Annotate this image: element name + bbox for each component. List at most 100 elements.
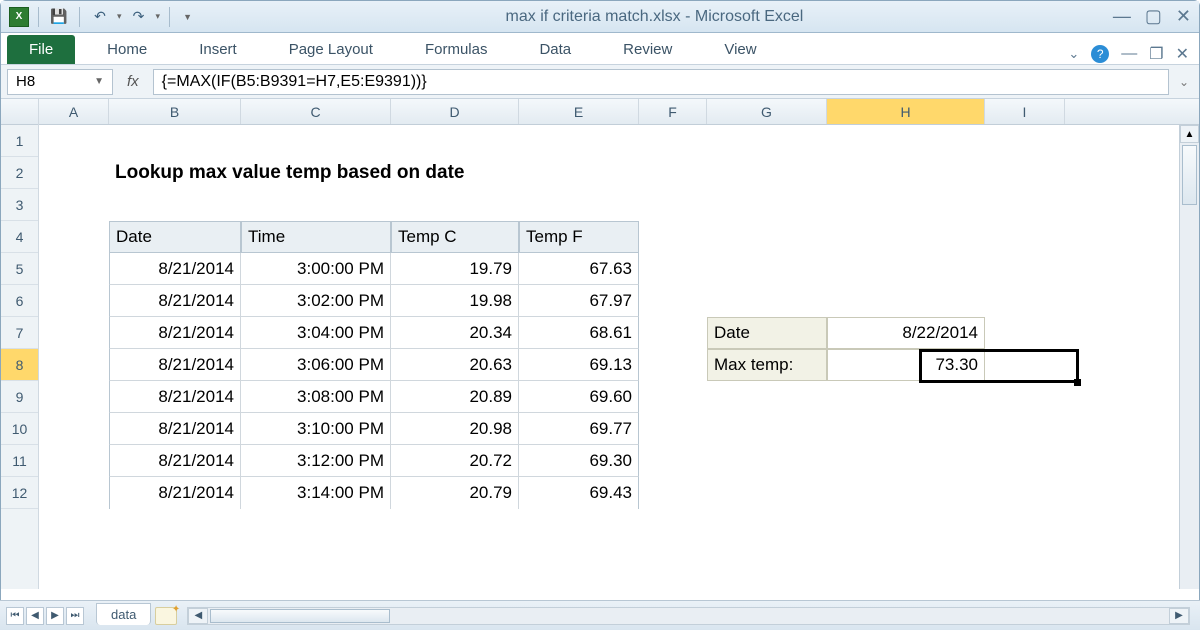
table-header[interactable]: Temp C: [391, 221, 519, 253]
maximize-icon[interactable]: ▢: [1145, 6, 1162, 27]
cell[interactable]: 69.43: [519, 477, 639, 509]
row-header[interactable]: 7: [1, 317, 38, 349]
scroll-up-icon[interactable]: ▲: [1180, 125, 1199, 143]
horizontal-scrollbar[interactable]: ◀ ▶: [187, 607, 1190, 625]
help-icon[interactable]: ?: [1091, 45, 1109, 63]
cell[interactable]: 3:04:00 PM: [241, 317, 391, 349]
formula-input[interactable]: {=MAX(IF(B5:B9391=H7,E5:E9391))}: [153, 69, 1169, 95]
cell[interactable]: 3:06:00 PM: [241, 349, 391, 381]
tab-formulas[interactable]: Formulas: [425, 35, 488, 64]
name-box[interactable]: H8 ▼: [7, 69, 113, 95]
lookup-date-label[interactable]: Date: [707, 317, 827, 349]
workbook-close-icon[interactable]: ✕: [1176, 44, 1189, 64]
scrollbar-thumb[interactable]: [1182, 145, 1197, 205]
row-header[interactable]: 10: [1, 413, 38, 445]
cell[interactable]: 8/21/2014: [109, 381, 241, 413]
excel-icon[interactable]: X: [9, 7, 29, 27]
row-header[interactable]: 12: [1, 477, 38, 509]
tab-data[interactable]: Data: [539, 35, 571, 64]
cell[interactable]: 3:10:00 PM: [241, 413, 391, 445]
cell[interactable]: 20.79: [391, 477, 519, 509]
col-header[interactable]: E: [519, 99, 639, 124]
cell[interactable]: 69.30: [519, 445, 639, 477]
cell[interactable]: 3:08:00 PM: [241, 381, 391, 413]
sheet-tab[interactable]: data: [96, 603, 151, 625]
undo-icon[interactable]: ↶: [89, 6, 111, 28]
fx-icon[interactable]: fx: [119, 73, 147, 90]
cell[interactable]: 68.61: [519, 317, 639, 349]
qat-customize-icon[interactable]: ▼: [179, 12, 196, 22]
tab-home[interactable]: Home: [107, 35, 147, 64]
cell[interactable]: 3:02:00 PM: [241, 285, 391, 317]
spreadsheet-grid[interactable]: 1 2 3 4 5 6 7 8 9 10 11 12 A B C D E F G…: [1, 99, 1199, 589]
sheet-next-icon[interactable]: ▶: [46, 607, 64, 625]
row-header[interactable]: 5: [1, 253, 38, 285]
cell[interactable]: 69.77: [519, 413, 639, 445]
col-header[interactable]: B: [109, 99, 241, 124]
cell[interactable]: 3:00:00 PM: [241, 253, 391, 285]
new-sheet-icon[interactable]: [155, 607, 177, 625]
table-header[interactable]: Time: [241, 221, 391, 253]
fill-handle[interactable]: [1074, 379, 1081, 386]
row-header[interactable]: 6: [1, 285, 38, 317]
lookup-date-value[interactable]: 8/22/2014: [827, 317, 985, 349]
cell[interactable]: 8/21/2014: [109, 413, 241, 445]
col-header[interactable]: H: [827, 99, 985, 124]
redo-icon[interactable]: ↷: [128, 6, 150, 28]
ribbon-minimize-icon[interactable]: ⌄: [1068, 46, 1079, 62]
cell[interactable]: 3:14:00 PM: [241, 477, 391, 509]
row-header[interactable]: 4: [1, 221, 38, 253]
cell[interactable]: 69.60: [519, 381, 639, 413]
scroll-right-icon[interactable]: ▶: [1169, 608, 1189, 624]
scroll-left-icon[interactable]: ◀: [188, 608, 208, 624]
cell[interactable]: 8/21/2014: [109, 349, 241, 381]
cell[interactable]: 67.63: [519, 253, 639, 285]
col-header[interactable]: D: [391, 99, 519, 124]
sheet-prev-icon[interactable]: ◀: [26, 607, 44, 625]
cell[interactable]: 20.34: [391, 317, 519, 349]
cell[interactable]: 8/21/2014: [109, 285, 241, 317]
cell[interactable]: 20.63: [391, 349, 519, 381]
cell[interactable]: 19.79: [391, 253, 519, 285]
row-header[interactable]: 3: [1, 189, 38, 221]
cell[interactable]: 3:12:00 PM: [241, 445, 391, 477]
col-header[interactable]: A: [39, 99, 109, 124]
row-header[interactable]: 1: [1, 125, 38, 157]
cell[interactable]: 20.98: [391, 413, 519, 445]
close-icon[interactable]: ✕: [1176, 6, 1191, 27]
sheet-last-icon[interactable]: ⏭: [66, 607, 84, 625]
cell[interactable]: 19.98: [391, 285, 519, 317]
col-header[interactable]: G: [707, 99, 827, 124]
cell[interactable]: 8/21/2014: [109, 445, 241, 477]
cell[interactable]: 8/21/2014: [109, 317, 241, 349]
table-header[interactable]: Temp F: [519, 221, 639, 253]
lookup-max-label[interactable]: Max temp:: [707, 349, 827, 381]
row-header[interactable]: 11: [1, 445, 38, 477]
chevron-down-icon[interactable]: ▼: [94, 76, 104, 87]
workbook-restore-icon[interactable]: ❐: [1149, 44, 1163, 64]
workbook-minimize-icon[interactable]: ―: [1121, 45, 1137, 63]
sheet-first-icon[interactable]: ⏮: [6, 607, 24, 625]
col-header[interactable]: F: [639, 99, 707, 124]
save-icon[interactable]: 💾: [48, 6, 70, 28]
cell[interactable]: 8/21/2014: [109, 477, 241, 509]
cell[interactable]: 69.13: [519, 349, 639, 381]
row-header[interactable]: 2: [1, 157, 38, 189]
scrollbar-thumb[interactable]: [210, 609, 390, 623]
formula-bar-expand-icon[interactable]: ⌄: [1175, 75, 1193, 89]
table-header[interactable]: Date: [109, 221, 241, 253]
col-header[interactable]: C: [241, 99, 391, 124]
select-all-corner[interactable]: [1, 99, 38, 125]
row-header[interactable]: 9: [1, 381, 38, 413]
minimize-icon[interactable]: ―: [1113, 6, 1131, 27]
row-header[interactable]: 8: [1, 349, 38, 381]
cell[interactable]: 20.72: [391, 445, 519, 477]
tab-review[interactable]: Review: [623, 35, 672, 64]
cell[interactable]: 67.97: [519, 285, 639, 317]
tab-insert[interactable]: Insert: [199, 35, 237, 64]
tab-page-layout[interactable]: Page Layout: [289, 35, 373, 64]
cell[interactable]: 20.89: [391, 381, 519, 413]
vertical-scrollbar[interactable]: ▲: [1179, 125, 1199, 589]
lookup-max-value[interactable]: 73.30: [827, 349, 985, 381]
tab-file[interactable]: File: [7, 35, 75, 64]
